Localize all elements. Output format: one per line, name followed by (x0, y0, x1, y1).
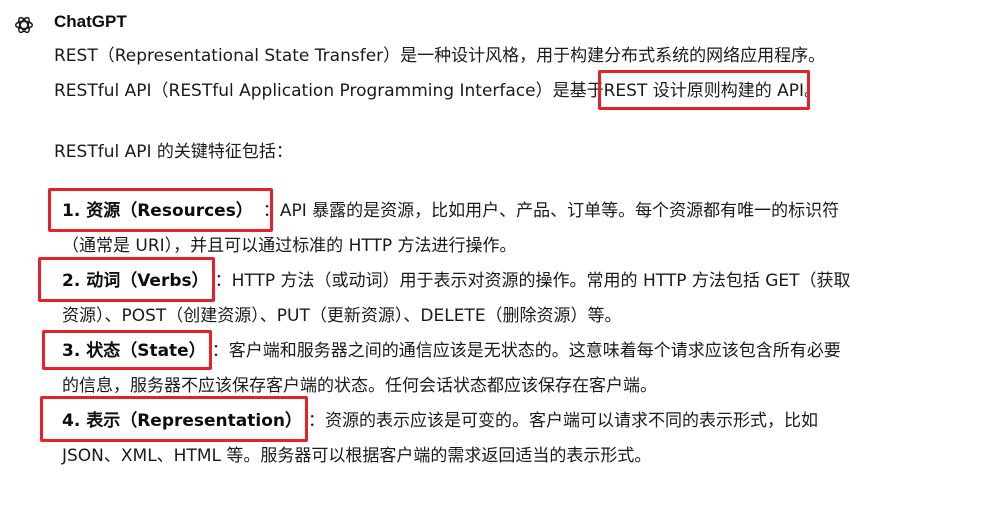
intro-text: RESTful API 的关键特征包括： (54, 142, 293, 162)
list-item-continuation: 的信息，服务器不应该保存客户端的状态。任何会话状态都应该保存在客户端。 (62, 376, 657, 396)
item-text: ：客户端和服务器之间的通信应该是无状态的。这意味着每个请求应该包含所有必要 (211, 341, 841, 361)
openai-logo-icon (10, 11, 38, 39)
item-text: ：资源的表示应该是可变的。客户端可以请求不同的表示形式，比如 (308, 411, 818, 431)
item-title: 3. 状态（State） (42, 330, 212, 370)
item-title: 4. 表示（Representation） (40, 396, 308, 442)
highlighted-phrase: REST 设计原则构建的 API (597, 70, 811, 110)
paragraph-line: RESTful API（RESTful Application Programm… (54, 70, 822, 110)
item-title: 2. 动词（Verbs） (38, 257, 215, 302)
list-item-continuation: 资源）、POST（创建资源）、PUT（更新资源）、DELETE（删除资源）等。 (62, 306, 622, 326)
item-title: 1. 资源（Resources） (48, 188, 273, 232)
paragraph-text: RESTful API（RESTful Application Programm… (54, 81, 604, 101)
list-item-continuation: JSON、XML、HTML 等。服务器可以根据客户端的需求返回适当的表示形式。 (62, 446, 652, 466)
paragraph-line: REST（Representational State Transfer）是一种… (54, 46, 826, 66)
list-item: 2. 动词（Verbs） ：HTTP 方法（或动词）用于表示对资源的操作。常用的 … (38, 257, 851, 302)
list-item: 4. 表示（Representation） ：资源的表示应该是可变的。客户端可以请… (40, 396, 818, 442)
list-item: 3. 状态（State） ：客户端和服务器之间的通信应该是无状态的。这意味着每个请… (42, 330, 841, 370)
sender-name: ChatGPT (54, 12, 127, 31)
highlight-text: REST 设计原则构建的 API (603, 81, 805, 101)
item-text: ：HTTP 方法（或动词）用于表示对资源的操作。常用的 HTTP 方法包括 GE… (214, 271, 851, 291)
list-item-continuation: （通常是 URI），并且可以通过标准的 HTTP 方法进行操作。 (62, 236, 517, 256)
list-item: 1. 资源（Resources） ：API 暴露的是资源，比如用户、产品、订单等。… (48, 188, 840, 232)
item-text: ：API 暴露的是资源，比如用户、产品、订单等。每个资源都有唯一的标识符 (262, 201, 840, 221)
paragraph-text: 。 (804, 81, 822, 101)
